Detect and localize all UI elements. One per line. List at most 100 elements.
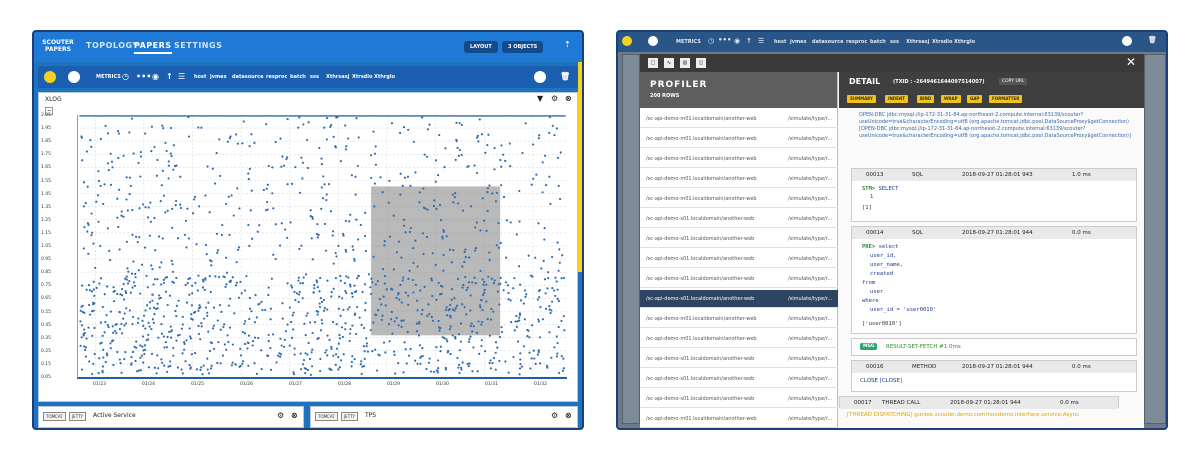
- xlog-point[interactable]: [175, 314, 178, 318]
- xlog-point[interactable]: [443, 166, 446, 169]
- xlog-point[interactable]: [225, 348, 228, 351]
- gear-icon[interactable]: ⚙: [551, 94, 558, 103]
- xlog-point[interactable]: [305, 314, 308, 317]
- xlog-point[interactable]: [433, 199, 436, 202]
- xlog-point[interactable]: [319, 297, 322, 300]
- xlog-point[interactable]: [279, 337, 282, 340]
- xlog-point[interactable]: [476, 134, 480, 137]
- xlog-point[interactable]: [524, 295, 527, 298]
- xlog-point[interactable]: [151, 268, 154, 271]
- scouter-logo[interactable]: SCOUTER PAPERS: [42, 34, 74, 60]
- xlog-point[interactable]: [219, 328, 222, 331]
- xlog-point[interactable]: [407, 128, 410, 131]
- xlog-point[interactable]: [216, 249, 220, 252]
- xlog-point[interactable]: [448, 328, 452, 331]
- xlog-point[interactable]: [206, 368, 209, 371]
- xlog-point[interactable]: [172, 168, 175, 171]
- xlog-point[interactable]: [369, 329, 372, 332]
- xlog-point[interactable]: [480, 133, 484, 136]
- xlog-point[interactable]: [142, 361, 145, 364]
- xlog-point[interactable]: [309, 215, 312, 218]
- xlog-point[interactable]: [542, 259, 545, 263]
- xlog-point[interactable]: [360, 372, 363, 375]
- xlog-point[interactable]: [134, 276, 137, 279]
- xlog-point[interactable]: [526, 328, 529, 332]
- xlog-point[interactable]: [313, 321, 317, 324]
- xlog-point[interactable]: [105, 352, 108, 355]
- xlog-point[interactable]: [300, 368, 303, 371]
- xlog-point[interactable]: [83, 331, 87, 335]
- xlog-point[interactable]: [147, 321, 150, 324]
- xlog-point[interactable]: [442, 253, 445, 257]
- xlog-point[interactable]: [353, 358, 356, 361]
- xlog-point[interactable]: [444, 308, 447, 312]
- xlog-point[interactable]: [128, 193, 131, 196]
- xlog-point[interactable]: [339, 314, 342, 317]
- xlog-point[interactable]: [479, 229, 482, 232]
- xlog-point[interactable]: [266, 354, 269, 357]
- xlog-point[interactable]: [257, 303, 260, 306]
- xlog-point[interactable]: [337, 342, 340, 345]
- xlog-point[interactable]: [536, 298, 540, 301]
- xlog-point[interactable]: [531, 275, 534, 278]
- xlog-point[interactable]: [316, 337, 319, 340]
- xlog-point[interactable]: [97, 220, 100, 223]
- xlog-point[interactable]: [221, 223, 224, 227]
- xlog-point[interactable]: [344, 219, 348, 223]
- xlog-point[interactable]: [339, 279, 342, 282]
- xlog-point[interactable]: [351, 355, 354, 358]
- xlog-point[interactable]: [557, 299, 560, 303]
- xlog-point[interactable]: [229, 297, 232, 300]
- xlog-point[interactable]: [421, 354, 424, 358]
- xlog-point[interactable]: [415, 299, 419, 302]
- xlog-point[interactable]: [128, 131, 131, 134]
- xlog-point[interactable]: [309, 321, 312, 324]
- xlog-point[interactable]: [323, 222, 327, 226]
- xlog-point[interactable]: [134, 359, 137, 363]
- xlog-point[interactable]: [426, 314, 429, 318]
- xlog-point[interactable]: [114, 323, 117, 326]
- xlog-point[interactable]: [125, 240, 128, 243]
- toolbar-datasource[interactable]: datasource: [232, 74, 264, 80]
- xlog-point[interactable]: [286, 183, 289, 186]
- xlog-point[interactable]: [354, 193, 357, 196]
- xlog-point[interactable]: [102, 356, 105, 359]
- xlog-point[interactable]: [141, 203, 145, 206]
- xlog-point[interactable]: [325, 349, 328, 352]
- xlog-point[interactable]: [391, 288, 394, 291]
- xlog-point[interactable]: [139, 292, 142, 295]
- xlog-point[interactable]: [344, 328, 347, 331]
- xlog-point[interactable]: [158, 294, 161, 297]
- xlog-point[interactable]: [284, 330, 288, 333]
- xlog-point[interactable]: [431, 252, 434, 255]
- xlog-point[interactable]: [323, 307, 326, 310]
- xlog-point[interactable]: [281, 155, 284, 158]
- xlog-point[interactable]: [118, 327, 122, 331]
- xlog-point[interactable]: [79, 344, 82, 347]
- xlog-point[interactable]: [152, 283, 155, 286]
- xlog-point[interactable]: [165, 370, 169, 373]
- xlog-point[interactable]: [330, 124, 333, 127]
- xlog-point[interactable]: [277, 354, 280, 357]
- xlog-point[interactable]: [105, 314, 108, 317]
- xlog-point[interactable]: [125, 278, 128, 281]
- xlog-point[interactable]: [124, 350, 127, 354]
- xlog-point[interactable]: [378, 298, 382, 301]
- xlog-point[interactable]: [90, 234, 93, 237]
- xlog-point[interactable]: [541, 318, 545, 321]
- xlog-point[interactable]: [185, 339, 188, 342]
- xlog-point[interactable]: [376, 309, 380, 312]
- xlog-point[interactable]: [363, 350, 366, 353]
- xlog-point[interactable]: [439, 345, 442, 348]
- xlog-point[interactable]: [142, 324, 145, 327]
- xlog-point[interactable]: [260, 367, 263, 371]
- xlog-point[interactable]: [163, 364, 166, 367]
- xlog-point[interactable]: [97, 170, 100, 173]
- xlog-point[interactable]: [449, 303, 452, 306]
- xlog-point[interactable]: [554, 294, 557, 298]
- pin-icon[interactable]: ↑: [166, 72, 173, 81]
- xlog-point[interactable]: [537, 349, 540, 352]
- xlog-point[interactable]: [197, 274, 200, 277]
- xlog-point[interactable]: [383, 240, 386, 243]
- xlog-point[interactable]: [480, 339, 483, 342]
